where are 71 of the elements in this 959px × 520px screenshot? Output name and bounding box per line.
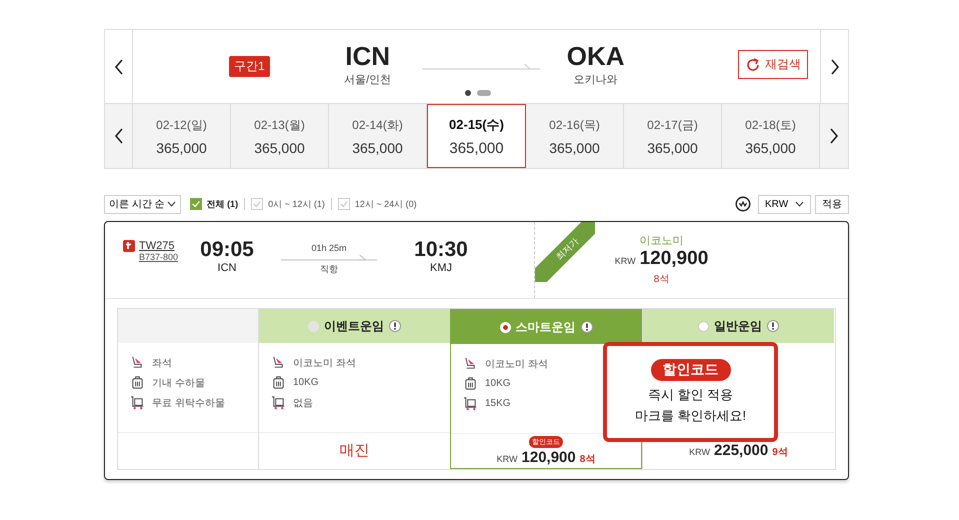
currency-label: KRW	[614, 256, 636, 266]
feature-label: 좌석	[152, 356, 172, 370]
airport-code: KMJ	[430, 262, 452, 274]
feature-value: 10KG	[293, 377, 319, 388]
luggage-cart-icon	[271, 395, 286, 410]
research-button[interactable]: 재검색	[738, 50, 808, 79]
flight-path-icon	[281, 254, 377, 262]
suitcase-icon	[130, 375, 145, 390]
fare-price: 120,900	[522, 449, 576, 466]
segment-badge: 구간1	[229, 56, 270, 77]
departure-time: 09:05	[200, 238, 254, 262]
luggage-cart-icon	[463, 396, 478, 411]
feature-value: 15KG	[485, 398, 511, 409]
info-icon[interactable]	[767, 320, 779, 332]
currency-label: KRW	[689, 446, 710, 456]
chevron-right-icon	[829, 127, 839, 145]
caret-icon	[795, 201, 804, 207]
city-name: 오키나와	[574, 72, 618, 86]
page-indicator[interactable]	[465, 90, 471, 96]
seats-left: 8석	[654, 273, 670, 286]
checkbox-label: 0시 ~ 12시 (1)	[268, 198, 325, 210]
feature-value: 이코노미 좌석	[293, 356, 356, 370]
radio-button[interactable]	[698, 320, 709, 332]
price: 120,900	[640, 248, 708, 270]
chevron-right-icon	[830, 58, 840, 76]
feature-value: 이코노미 좌석	[485, 358, 548, 370]
seats-left: 9석	[772, 446, 788, 458]
apply-button[interactable]: 적용	[815, 194, 849, 214]
flight-duration: 01h 25m	[311, 243, 347, 253]
discount-code-badge: 할인코드	[650, 359, 730, 381]
caret-icon	[166, 201, 176, 207]
chevron-left-icon	[114, 58, 124, 76]
suitcase-icon	[271, 375, 286, 390]
checkbox-label: 전체 (1)	[206, 198, 238, 210]
route-type: 직항	[320, 263, 338, 276]
feature-label: 무료 위탁수하물	[152, 396, 225, 410]
date-tab[interactable]: 02-15(수) 365,000	[427, 104, 526, 168]
feature-label: 기내 수하물	[152, 376, 205, 390]
aircraft-link[interactable]: B737-800	[139, 252, 178, 262]
flight-path-icon	[422, 62, 540, 72]
info-icon[interactable]	[389, 320, 401, 332]
checkbox[interactable]	[190, 198, 202, 210]
callout-text: 마크를 확인하세요!	[634, 407, 746, 425]
cabin-class: 이코노미	[640, 234, 684, 248]
airport-code: OKA	[566, 40, 625, 72]
arrival-time: 10:30	[414, 238, 468, 262]
sold-out-label: 매진	[340, 440, 370, 460]
flight-number-link[interactable]: TW275	[139, 240, 178, 252]
fare-price: 225,000	[714, 442, 768, 458]
airport-code: ICN	[218, 262, 236, 274]
fare-tab[interactable]: 일반운임	[643, 309, 834, 343]
city-name: 서울/인천	[344, 72, 392, 86]
info-icon[interactable]	[580, 321, 592, 333]
seats-left: 8석	[580, 453, 596, 466]
feature-value: 없음	[293, 396, 313, 410]
feature-value: 10KG	[485, 378, 511, 389]
checkbox[interactable]	[338, 198, 350, 210]
currency-label: KRW	[496, 454, 518, 464]
checkbox[interactable]	[251, 198, 264, 210]
checkbox-label: 12시 ~ 24시 (0)	[354, 198, 417, 210]
airport-code: ICN	[345, 40, 390, 72]
airline-logo-icon	[123, 240, 135, 252]
luggage-cart-icon	[130, 395, 145, 410]
radio-button[interactable]	[308, 320, 319, 332]
chevron-left-icon	[114, 127, 124, 145]
sort-dropdown[interactable]: 이른 시간 순	[104, 194, 181, 214]
refresh-icon	[745, 56, 761, 72]
callout-text: 즉시 할인 적용	[648, 386, 734, 404]
currency-dropdown[interactable]: KRW	[758, 194, 811, 214]
fare-tab[interactable]: 이벤트운임	[259, 309, 450, 343]
suitcase-icon	[463, 376, 478, 391]
